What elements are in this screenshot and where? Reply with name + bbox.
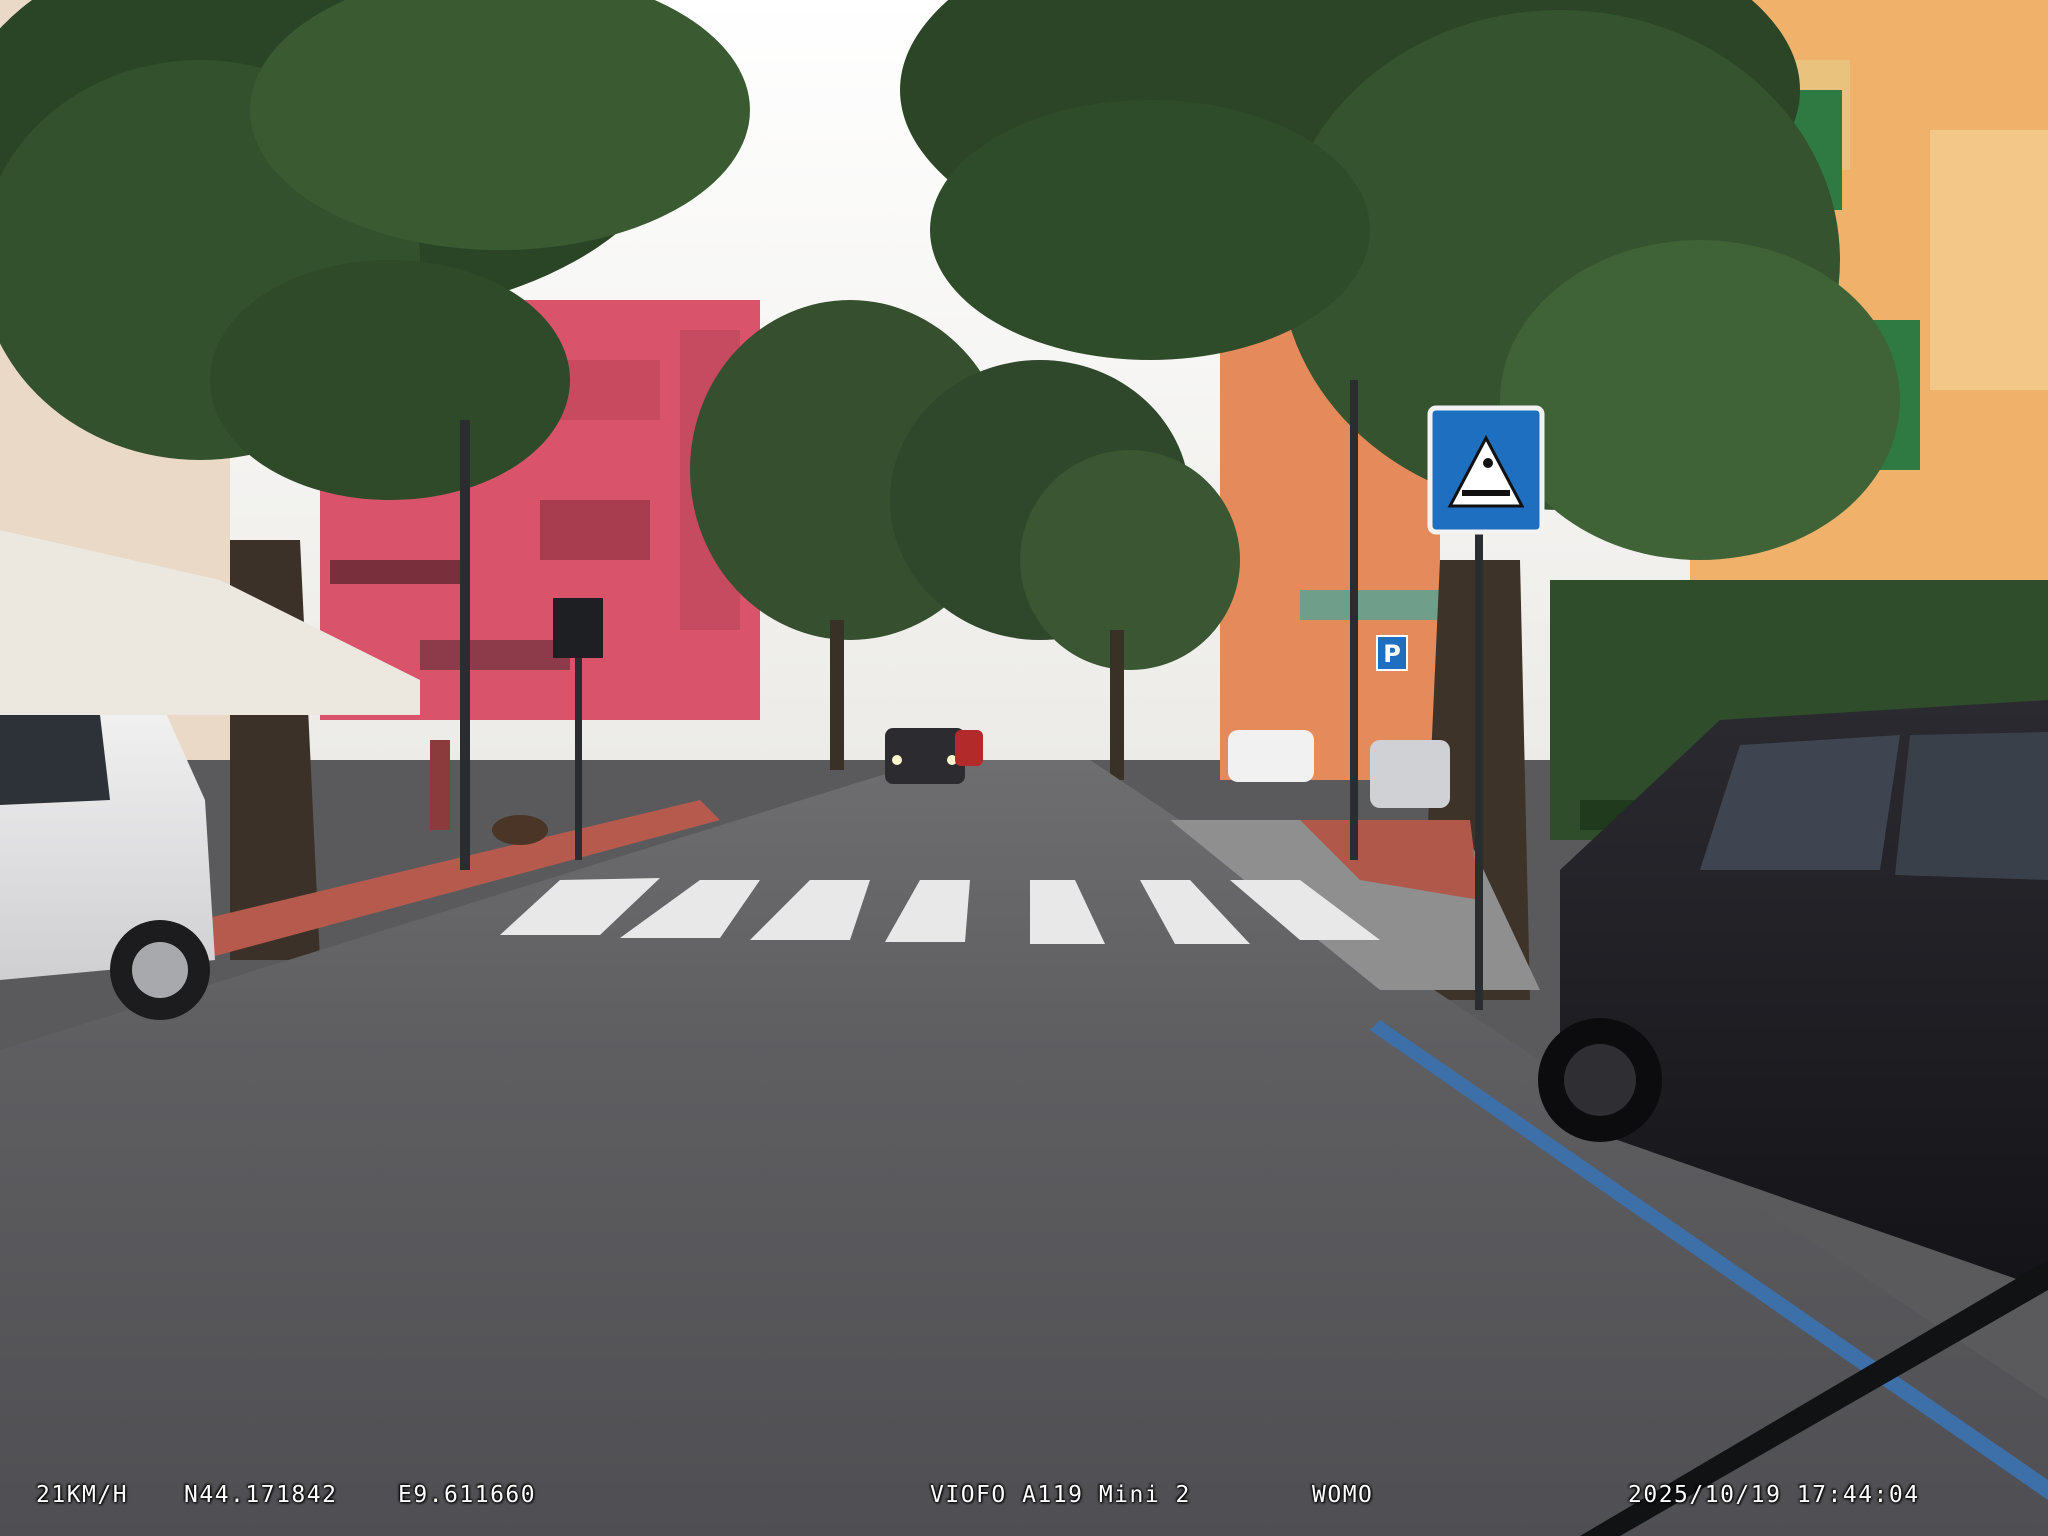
white-car-right-far [1228,730,1314,782]
sign-pole [1475,520,1483,1010]
pedestrian-crossing-sign [1427,405,1545,535]
parking-sign: P [1376,635,1408,671]
red-car-far [955,730,983,766]
dashcam-frame: P 21KM/H N44.171842 E9.611660 VIOFO A119… [0,0,2048,1536]
svg-text:P: P [1383,640,1401,668]
silver-car-right [1370,740,1450,808]
oncoming-car [885,728,965,784]
dog [492,815,548,845]
lamp-post-right [1350,380,1358,860]
pedestrian [430,740,450,830]
lamp-post-left [460,420,470,870]
traffic-light [553,598,603,658]
street-scene: P [0,0,2048,1536]
